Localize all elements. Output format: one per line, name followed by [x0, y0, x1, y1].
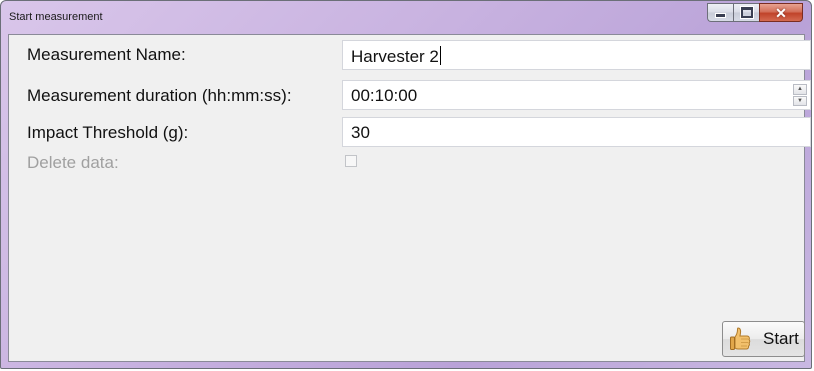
form-panel: Measurement Name: Harvester 2 Measuremen… [8, 34, 811, 362]
caption-buttons: ✕ [707, 3, 803, 23]
measurement-duration-value: 00:10:00 [351, 86, 418, 105]
chevron-up-icon: ▲ [797, 86, 803, 93]
measurement-name-label: Measurement Name: [27, 45, 186, 64]
text-caret [439, 46, 441, 65]
duration-spinner: ▲ ▼ [793, 84, 807, 106]
measurement-duration-label: Measurement duration (hh:mm:ss): [27, 86, 292, 105]
close-icon: ✕ [775, 4, 787, 21]
spin-down-button[interactable]: ▼ [793, 95, 807, 106]
close-button[interactable]: ✕ [759, 3, 803, 22]
minimize-icon [715, 13, 726, 18]
maximize-button[interactable] [733, 3, 759, 22]
maximize-icon [739, 6, 754, 19]
spin-up-button[interactable]: ▲ [793, 84, 807, 95]
delete-data-label: Delete data: [27, 153, 119, 172]
start-button-label: Start [763, 329, 799, 348]
chevron-down-icon: ▼ [797, 97, 803, 104]
measurement-duration-input[interactable]: 00:10:00 ▲ ▼ [342, 80, 811, 110]
measurement-name-input[interactable]: Harvester 2 [342, 40, 811, 70]
measurement-name-value: Harvester 2 [351, 47, 439, 66]
start-measurement-window: Start measurement ✕ Measurement Name: Ha… [0, 0, 812, 369]
minimize-button[interactable] [707, 3, 733, 22]
impact-threshold-value: 30 [351, 123, 370, 142]
window-title: Start measurement [9, 11, 103, 23]
impact-threshold-label: Impact Threshold (g): [27, 123, 189, 142]
start-button[interactable]: Start [722, 321, 805, 357]
title-bar[interactable]: Start measurement ✕ [1, 1, 811, 33]
thumbs-up-icon [730, 327, 751, 350]
delete-data-checkbox[interactable] [345, 155, 357, 167]
impact-threshold-input[interactable]: 30 [342, 117, 811, 147]
